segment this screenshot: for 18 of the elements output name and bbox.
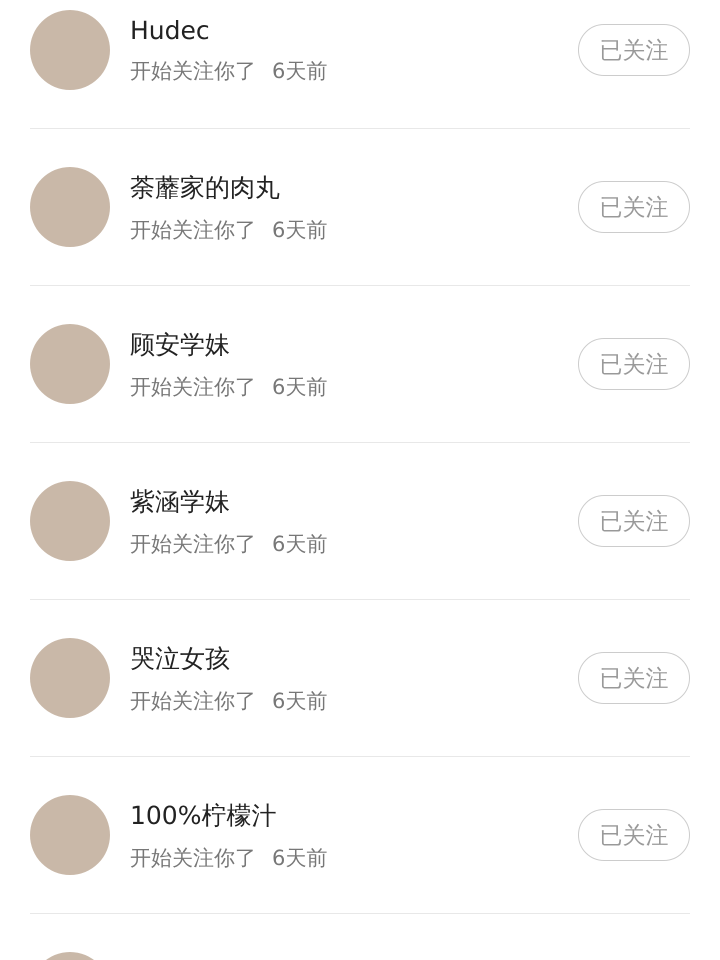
time-text: 6天前: [272, 58, 328, 84]
activity-text: 开始关注你了: [130, 216, 256, 244]
time-text: 6天前: [272, 530, 328, 558]
time-text: 6天前: [272, 688, 328, 714]
user-name[interactable]: Hudec: [130, 16, 578, 44]
user-name[interactable]: 哭泣女孩: [130, 642, 578, 674]
activity-text: 开始关注你了: [130, 58, 256, 84]
time-text: 6天前: [272, 844, 328, 872]
user-name[interactable]: 荼蘼家的肉丸: [130, 170, 578, 204]
activity-text: 开始关注你了: [130, 530, 256, 558]
user-name[interactable]: 100%柠檬汁: [130, 798, 578, 832]
time-text: 6天前: [272, 216, 328, 244]
user-name[interactable]: 紫涵学妹: [130, 484, 578, 518]
user-name[interactable]: 顾安学妹: [130, 328, 578, 360]
activity-text: 开始关注你了: [130, 844, 256, 872]
activity-text: 开始关注你了: [130, 374, 256, 400]
activity-text: 开始关注你了: [130, 688, 256, 714]
time-text: 6天前: [272, 374, 328, 400]
